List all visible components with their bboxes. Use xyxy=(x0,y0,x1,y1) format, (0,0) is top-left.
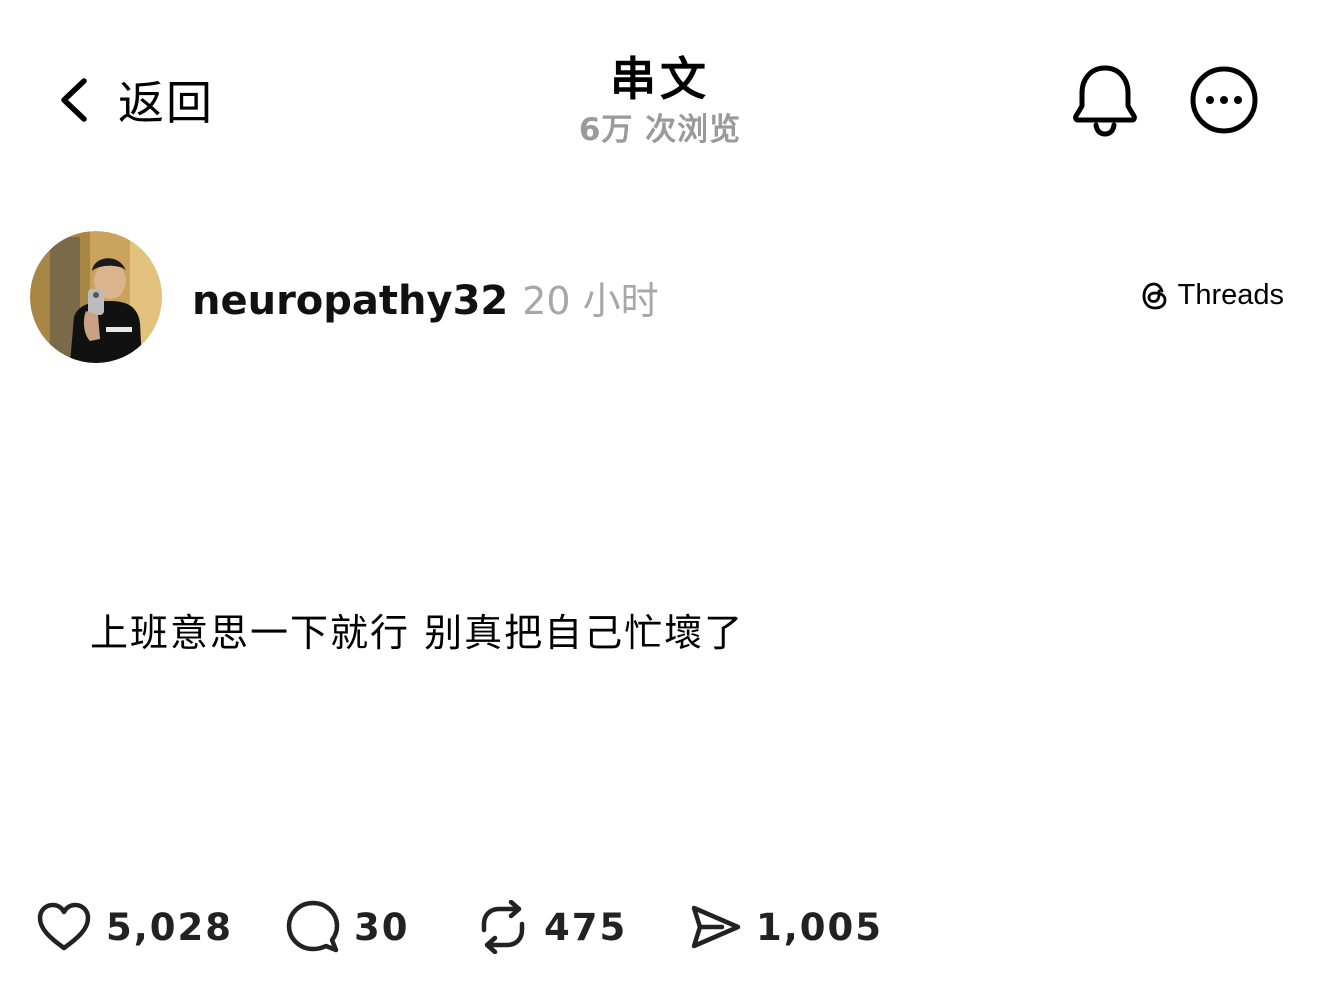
top-bar: 返回 串文 6万 次浏览 xyxy=(0,0,1320,180)
share-button[interactable]: 1,005 xyxy=(688,895,888,959)
back-label: 返回 xyxy=(118,76,214,130)
repost-icon xyxy=(476,900,530,954)
share-count: 1,005 xyxy=(756,905,884,949)
threads-label: Threads xyxy=(1177,279,1284,311)
action-bar: 5,028 30 475 1,005 xyxy=(36,895,888,959)
title-block: 串文 6万 次浏览 xyxy=(460,50,860,152)
avatar[interactable] xyxy=(30,231,162,363)
comment-button[interactable]: 30 xyxy=(286,895,476,959)
repost-button[interactable]: 475 xyxy=(476,895,688,959)
threads-logo-icon xyxy=(1140,280,1178,312)
bell-icon xyxy=(1070,65,1140,142)
more-options-icon xyxy=(1188,66,1260,140)
like-button[interactable]: 5,028 xyxy=(36,895,286,959)
more-options-button[interactable] xyxy=(1188,64,1260,136)
repost-count: 475 xyxy=(544,905,628,949)
like-count: 5,028 xyxy=(106,905,234,949)
post-header: neuropathy32 20 小时 Threads xyxy=(30,230,1290,364)
comment-count: 30 xyxy=(354,905,410,949)
view-count: 6万 次浏览 xyxy=(578,112,742,148)
comment-icon xyxy=(286,900,340,954)
username[interactable]: neuropathy32 xyxy=(192,278,508,324)
post-time: 20 小时 xyxy=(522,279,659,323)
back-button[interactable]: 返回 xyxy=(56,70,214,130)
page-title: 串文 xyxy=(610,52,710,106)
post-body: 上班意思一下就行 别真把自己忙壞了 xyxy=(90,611,745,655)
notifications-button[interactable] xyxy=(1070,62,1140,138)
chevron-left-icon xyxy=(56,75,92,125)
share-icon xyxy=(688,900,742,954)
heart-icon xyxy=(36,901,92,953)
threads-badge[interactable]: Threads xyxy=(1140,279,1284,312)
author-line: neuropathy32 20 小时 xyxy=(192,270,659,325)
